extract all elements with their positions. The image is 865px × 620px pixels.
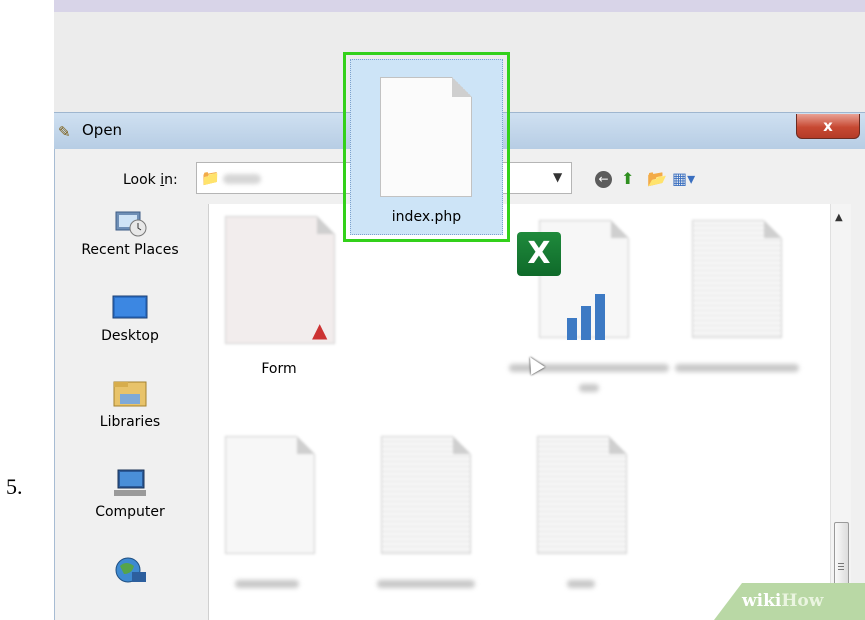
back-icon[interactable]: ← (595, 171, 612, 188)
file-name (377, 580, 475, 588)
close-button[interactable]: x (796, 114, 860, 139)
text-file-icon (692, 220, 782, 338)
place-label: Libraries (99, 414, 161, 430)
blank-file-icon (380, 77, 472, 197)
file-name (675, 364, 799, 372)
look-in-label: Look in: (123, 172, 178, 188)
place-label: Computer (95, 504, 165, 520)
screenshot: ✎ Open x Look in: 📁 ▼ ← ⬆ 📂 ▦▾ Recent Pl… (54, 0, 865, 620)
chevron-down-icon[interactable]: ▼ (553, 170, 562, 184)
pdf-badge-icon: ▲ (312, 318, 328, 342)
step-number: 5. (6, 474, 23, 499)
wikihow-how: How (781, 591, 824, 611)
chart-bars-icon (565, 290, 617, 340)
place-label: Recent Places (81, 242, 179, 258)
place-computer[interactable]: Computer (55, 466, 205, 520)
place-network[interactable] (55, 554, 205, 592)
file-name: index.php (391, 209, 462, 225)
scroll-up-icon[interactable]: ▲ (835, 212, 843, 223)
vertical-scrollbar[interactable]: ▲ (830, 204, 851, 620)
place-recent-places[interactable]: Recent Places (55, 204, 205, 258)
recent-places-icon (115, 211, 147, 237)
views-menu-icon[interactable]: ▦▾ (672, 171, 695, 187)
file-name (235, 580, 299, 588)
file-item-index-php[interactable]: index.php (350, 59, 503, 235)
network-icon (115, 557, 146, 583)
file-name-line2 (579, 384, 599, 392)
excel-badge-icon: X (517, 232, 561, 276)
folder-icon: 📁 (201, 169, 220, 187)
computer-icon (114, 469, 146, 496)
file-name (567, 580, 595, 588)
text-file-icon (381, 436, 471, 554)
blank-file-icon (225, 436, 315, 554)
place-libraries[interactable]: Libraries (55, 376, 205, 430)
text-file-icon (537, 436, 627, 554)
place-label: Desktop (101, 328, 159, 344)
background-window-strip (54, 0, 865, 12)
places-bar: Recent Places Desktop Libraries Computer (55, 204, 205, 620)
selected-file-highlight: index.php (343, 52, 510, 242)
look-in-value (223, 174, 261, 184)
libraries-icon (113, 381, 147, 407)
up-folder-icon[interactable]: ⬆ (621, 171, 634, 187)
new-folder-icon[interactable]: 📂 (647, 171, 667, 187)
place-desktop[interactable]: Desktop (55, 290, 205, 344)
file-name: Form (261, 361, 297, 377)
wikihow-wiki: wiki (742, 591, 782, 611)
dialog-title: Open (82, 121, 123, 139)
open-dialog-icon: ✎ (58, 123, 71, 141)
desktop-icon (112, 295, 148, 319)
